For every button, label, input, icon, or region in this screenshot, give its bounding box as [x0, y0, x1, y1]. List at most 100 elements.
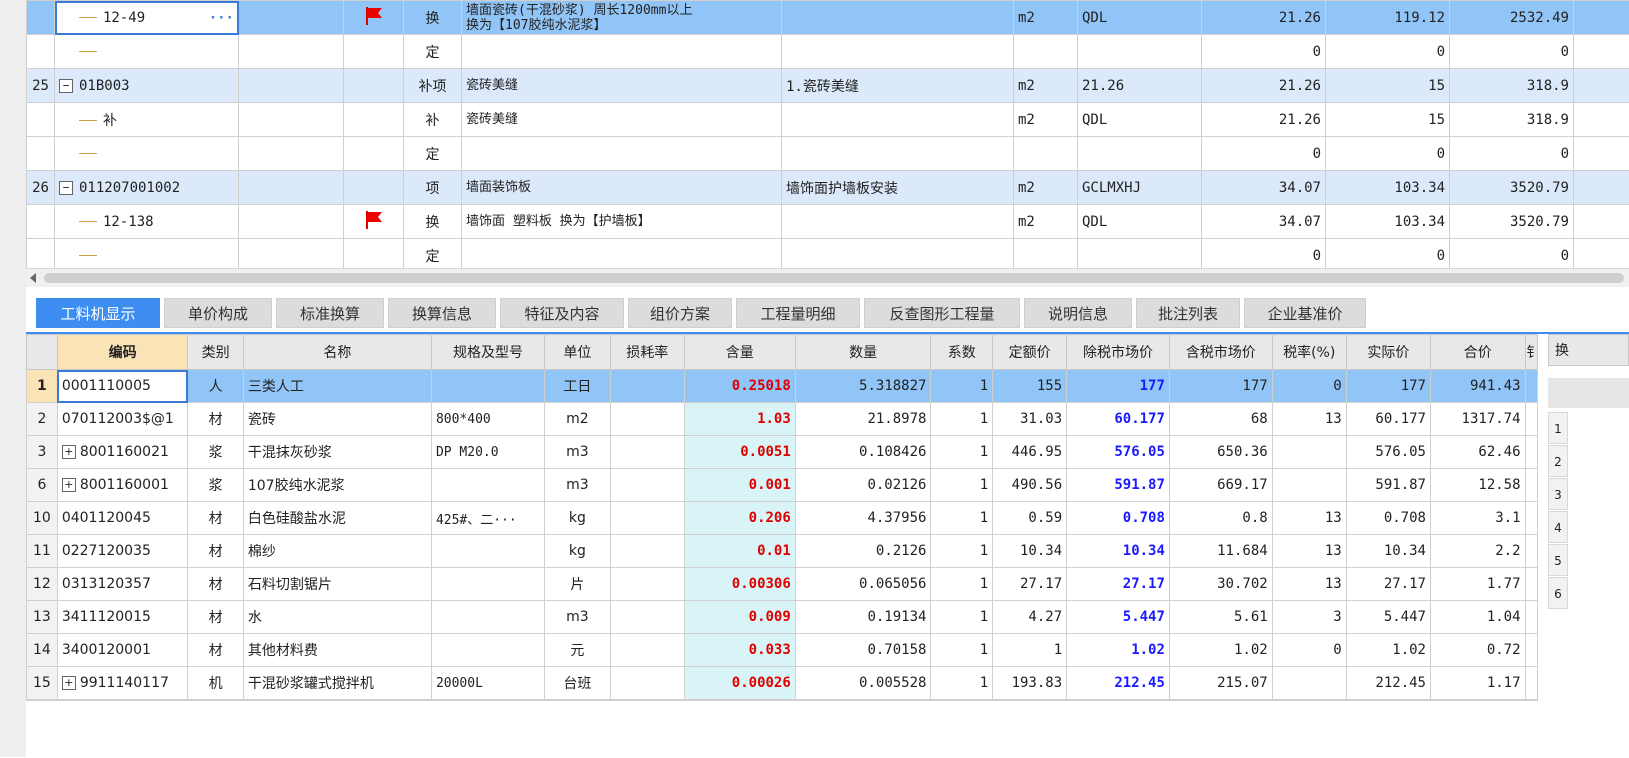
upper-name[interactable]: 瓷砖美缝: [462, 69, 782, 103]
resource-price-withtax[interactable]: 11.684: [1169, 535, 1272, 568]
upper-feature[interactable]: [782, 103, 1014, 137]
flag-cell[interactable]: [344, 137, 404, 171]
resource-content[interactable]: 0.001: [684, 469, 795, 502]
column-header[interactable]: 系数: [931, 335, 993, 370]
upper-row[interactable]: 12-49···换墙面瓷砖(干混砂浆) 周长1200mm以上换为【107胶纯水泥…: [27, 1, 1629, 35]
upper-expr[interactable]: 21.26: [1078, 69, 1202, 103]
resource-loss[interactable]: [610, 370, 684, 403]
upper-name[interactable]: [462, 137, 782, 171]
resource-code-cell[interactable]: +9911140117: [57, 667, 188, 700]
column-header[interactable]: 规格及型号: [431, 335, 544, 370]
upper-row[interactable]: 定000: [27, 35, 1629, 69]
upper-name[interactable]: 墙面瓷砖(干混砂浆) 周长1200mm以上换为【107胶纯水泥浆】: [462, 1, 782, 35]
resource-tax-rate[interactable]: 13: [1272, 502, 1346, 535]
column-header[interactable]: 除税市场价: [1067, 335, 1170, 370]
resource-price-withtax[interactable]: 650.36: [1169, 436, 1272, 469]
resource-row[interactable]: 2070112003$@1材瓷砖800*400m21.0321.8978131.…: [27, 403, 1538, 436]
upper-row[interactable]: 补补瓷砖美缝m2QDL21.2615318.9: [27, 103, 1629, 137]
resource-code-cell[interactable]: 0313120357: [57, 568, 188, 601]
resource-tax-rate[interactable]: 3: [1272, 601, 1346, 634]
column-header[interactable]: 名称: [243, 335, 431, 370]
upper-row[interactable]: 12-138换墙饰面 塑料板 换为【护墙板】m2QDL34.07103.3435…: [27, 205, 1629, 239]
flag-icon[interactable]: [363, 5, 385, 31]
resource-price-withtax[interactable]: 68: [1169, 403, 1272, 436]
column-header[interactable]: 含量: [684, 335, 795, 370]
resource-loss[interactable]: [610, 403, 684, 436]
resource-code-cell[interactable]: 0001110005: [57, 370, 188, 403]
tab-7[interactable]: 反查图形工程量: [864, 298, 1020, 328]
upper-code-cell[interactable]: [55, 137, 239, 171]
resource-spec[interactable]: [431, 601, 544, 634]
resource-tax-rate[interactable]: 13: [1272, 568, 1346, 601]
resource-spec[interactable]: 800*400: [431, 403, 544, 436]
resource-code-cell[interactable]: +8001160021: [57, 436, 188, 469]
upper-expr[interactable]: QDL: [1078, 205, 1202, 239]
upper-expr[interactable]: [1078, 137, 1202, 171]
upper-name[interactable]: [462, 35, 782, 69]
resource-category[interactable]: 材: [188, 634, 244, 667]
upper-code-cell[interactable]: 12-138: [55, 205, 239, 239]
resource-name[interactable]: 三类人工: [243, 370, 431, 403]
resource-name[interactable]: 棉纱: [243, 535, 431, 568]
tab-3[interactable]: 换算信息: [388, 298, 496, 328]
resource-price-notax[interactable]: 591.87: [1067, 469, 1170, 502]
resource-unit[interactable]: 台班: [545, 667, 611, 700]
resource-price-notax[interactable]: 10.34: [1067, 535, 1170, 568]
resource-content[interactable]: 0.01: [684, 535, 795, 568]
resource-tax-rate[interactable]: [1272, 469, 1346, 502]
upper-code-cell[interactable]: [55, 35, 239, 69]
flag-cell[interactable]: [344, 205, 404, 239]
resource-loss[interactable]: [610, 667, 684, 700]
upper-feature[interactable]: 1.瓷砖美缝: [782, 69, 1014, 103]
resource-category[interactable]: 材: [188, 535, 244, 568]
upper-name[interactable]: 墙饰面 塑料板 换为【护墙板】: [462, 205, 782, 239]
resource-content[interactable]: 0.25018: [684, 370, 795, 403]
collapse-icon[interactable]: −: [59, 181, 73, 195]
resource-code-cell[interactable]: +8001160001: [57, 469, 188, 502]
resource-tax-rate[interactable]: [1272, 667, 1346, 700]
resource-spec[interactable]: [431, 469, 544, 502]
resource-loss[interactable]: [610, 535, 684, 568]
resource-spec[interactable]: DP M20.0: [431, 436, 544, 469]
upper-row[interactable]: 定000: [27, 137, 1629, 171]
horizontal-scrollbar[interactable]: [26, 268, 1629, 287]
upper-code-cell[interactable]: 补: [55, 103, 239, 137]
resource-code-cell[interactable]: 3400120001: [57, 634, 188, 667]
more-options-icon[interactable]: ···: [209, 10, 234, 26]
resource-price-withtax[interactable]: 30.702: [1169, 568, 1272, 601]
flag-cell[interactable]: [344, 103, 404, 137]
flag-icon[interactable]: [363, 209, 385, 235]
resource-spec[interactable]: [431, 634, 544, 667]
tab-4[interactable]: 特征及内容: [500, 298, 624, 328]
upper-expr[interactable]: QDL: [1078, 1, 1202, 35]
collapse-icon[interactable]: −: [59, 79, 73, 93]
upper-feature[interactable]: [782, 1, 1014, 35]
resource-content[interactable]: 0.009: [684, 601, 795, 634]
resource-code-cell[interactable]: 0227120035: [57, 535, 188, 568]
resource-price-notax[interactable]: 0.708: [1067, 502, 1170, 535]
expand-icon[interactable]: +: [62, 445, 76, 459]
resource-tax-rate[interactable]: 13: [1272, 535, 1346, 568]
tab-1[interactable]: 单价构成: [164, 298, 272, 328]
flag-cell[interactable]: [344, 35, 404, 69]
resource-loss[interactable]: [610, 601, 684, 634]
tab-5[interactable]: 组价方案: [628, 298, 732, 328]
resource-content[interactable]: 0.206: [684, 502, 795, 535]
resource-category[interactable]: 材: [188, 403, 244, 436]
resource-spec[interactable]: [431, 568, 544, 601]
flag-cell[interactable]: [344, 69, 404, 103]
flag-cell[interactable]: [344, 171, 404, 205]
upper-code-cell[interactable]: 12-49···: [55, 1, 239, 35]
resource-row[interactable]: 100401120045材白色硅酸盐水泥425#、二···kg0.2064.37…: [27, 502, 1538, 535]
column-header[interactable]: 单位: [545, 335, 611, 370]
resource-spec[interactable]: 20000L: [431, 667, 544, 700]
column-header[interactable]: 含税市场价: [1169, 335, 1272, 370]
resource-price-withtax[interactable]: 215.07: [1169, 667, 1272, 700]
upper-code-cell[interactable]: −011207001002: [55, 171, 239, 205]
resource-code-cell[interactable]: 3411120015: [57, 601, 188, 634]
resource-price-notax[interactable]: 60.177: [1067, 403, 1170, 436]
resource-unit[interactable]: 片: [545, 568, 611, 601]
resource-price-withtax[interactable]: 1.02: [1169, 634, 1272, 667]
column-header[interactable]: 定额价: [993, 335, 1067, 370]
resource-category[interactable]: 机: [188, 667, 244, 700]
